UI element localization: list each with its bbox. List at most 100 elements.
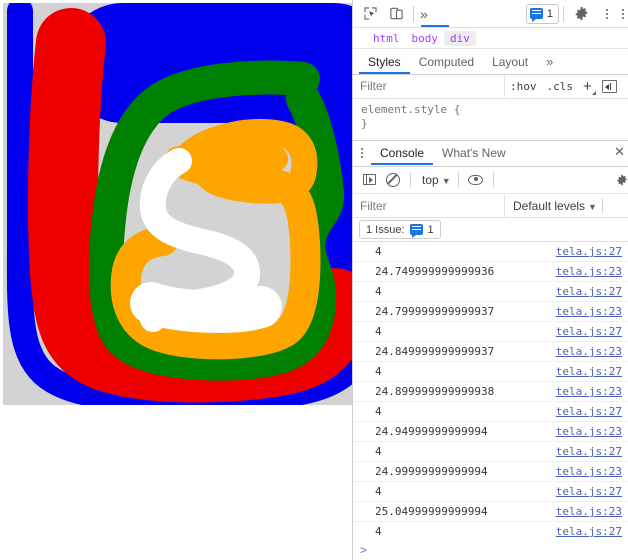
console-log-value: 24.849999999999937 [375, 345, 495, 359]
tab-styles[interactable]: Styles [359, 50, 410, 74]
console-log-row: 24.849999999999937 tela.js:23 [353, 342, 628, 363]
console-log-list[interactable]: 4 tela.js:27 24.749999999999936 tela.js:23 4… [353, 242, 628, 541]
console-log-source-link[interactable]: tela.js:23 [556, 345, 622, 358]
issues-count: 1 [546, 7, 553, 20]
console-log-value: 4 [375, 245, 382, 259]
clear-console-icon[interactable] [381, 169, 405, 191]
console-issues-bar: 1 Issue: 1 [353, 218, 628, 243]
toolbar-divider [413, 5, 414, 22]
console-filter-row: Filter Default levels ▼ [353, 193, 628, 219]
console-log-row: 4 tela.js:27 [353, 522, 628, 540]
console-log-row: 4 tela.js:27 [353, 482, 628, 503]
console-log-row: 4 tela.js:27 [353, 282, 628, 303]
tab-console[interactable]: Console [371, 141, 434, 166]
kebab-menu-icon[interactable] [594, 2, 620, 26]
devtools-panel: » 1 html body div Styles Computed Layout… [352, 0, 628, 560]
drawer-kebab-menu-icon[interactable] [355, 148, 371, 159]
console-toolbar-divider [410, 172, 411, 188]
chevron-down-icon: ▼ [441, 175, 451, 186]
console-log-source-link[interactable]: tela.js:27 [556, 245, 622, 258]
message-issue-icon [529, 8, 543, 22]
console-log-source-link[interactable]: tela.js:23 [556, 505, 622, 518]
style-sidebar-toggle-icon[interactable] [601, 80, 617, 93]
console-log-row: 24.899999999999938 tela.js:23 [353, 382, 628, 403]
console-log-value: 24.749999999999936 [375, 265, 495, 279]
cls-toggle-button[interactable]: .cls [542, 80, 579, 93]
console-log-source-link[interactable]: tela.js:27 [556, 285, 622, 298]
console-log-source-link[interactable]: tela.js:27 [556, 325, 622, 338]
message-issue-icon-drawer [409, 224, 423, 239]
console-log-value: 24.94999999999994 [375, 425, 488, 439]
console-log-source-link[interactable]: tela.js:23 [556, 425, 622, 438]
console-log-row: 24.99999999999994 tela.js:23 [353, 462, 628, 483]
styles-filter-row: Filter :hov .cls + [353, 75, 628, 99]
issues-summary-text: 1 Issue: [366, 223, 405, 236]
console-log-source-link[interactable]: tela.js:27 [556, 365, 622, 378]
stroke-white-2 [130, 282, 282, 333]
console-log-row: 4 tela.js:27 [353, 362, 628, 383]
console-filter-input[interactable]: Filter [353, 194, 505, 217]
device-toolbar-icon[interactable] [383, 2, 409, 26]
execution-context-selector[interactable]: top ▼ [416, 173, 453, 187]
dom-breadcrumb: html body div [353, 28, 628, 49]
issues-counter-button[interactable]: 1 [525, 3, 559, 24]
console-log-value: 4 [375, 405, 382, 419]
console-log-value: 4 [375, 285, 382, 299]
console-log-value: 25.04999999999994 [375, 505, 488, 519]
log-levels-value: Default levels [513, 198, 586, 213]
console-log-source-link[interactable]: tela.js:23 [556, 385, 622, 398]
devtools-main-toolbar: » 1 [353, 0, 628, 27]
inspect-cursor-icon[interactable] [357, 2, 383, 26]
console-toolbar-divider-2 [457, 172, 459, 188]
hov-toggle-button[interactable]: :hov [505, 80, 542, 93]
more-panels-icon[interactable]: » [418, 6, 429, 22]
console-log-row: 4 tela.js:27 [353, 322, 628, 343]
console-toolbar: top ▼ [353, 166, 628, 194]
console-log-value: 24.899999999999938 [375, 385, 495, 399]
breadcrumb-item-html[interactable]: html [367, 31, 406, 46]
issues-summary-count: 1 [427, 223, 434, 236]
gear-icon[interactable] [568, 2, 594, 26]
breadcrumb-item-div[interactable]: div [444, 30, 476, 46]
console-log-row: 4 tela.js:27 [353, 402, 628, 423]
element-style-rule: element.style { } [353, 99, 628, 131]
app-root: » 1 html body div Styles Computed Layout… [0, 0, 628, 560]
close-icon[interactable]: ✕ [614, 145, 625, 159]
console-log-value: 4 [375, 445, 382, 459]
drawer-tabbar: Console What's New ✕ [353, 141, 628, 167]
live-expression-eye-icon[interactable] [464, 169, 488, 191]
console-settings-gear-icon[interactable] [616, 169, 628, 191]
devtools-drawer: Console What's New ✕ top ▼ Filter Defaul… [353, 140, 628, 560]
console-sidebar-toggle-icon[interactable] [357, 169, 381, 191]
element-style-selector[interactable]: element.style { [361, 103, 628, 117]
console-log-source-link[interactable]: tela.js:27 [556, 445, 622, 458]
console-log-source-link[interactable]: tela.js:27 [556, 405, 622, 418]
console-log-row: 24.94999999999994 tela.js:23 [353, 422, 628, 443]
console-prompt[interactable]: > [353, 540, 628, 560]
kebab-menu-icon-overflow[interactable] [620, 2, 626, 26]
console-log-row: 4 tela.js:27 [353, 242, 628, 263]
tab-computed[interactable]: Computed [410, 50, 483, 74]
console-log-source-link[interactable]: tela.js:23 [556, 305, 622, 318]
chevron-down-icon-levels: ▼ [588, 201, 597, 212]
tab-whats-new[interactable]: What's New [433, 141, 515, 165]
breadcrumb-item-body[interactable]: body [406, 31, 445, 46]
console-prompt-caret: > [360, 543, 368, 558]
log-levels-selector[interactable]: Default levels ▼ [505, 199, 597, 213]
tab-layout[interactable]: Layout [483, 50, 537, 74]
console-log-source-link[interactable]: tela.js:27 [556, 485, 622, 498]
console-log-value: 4 [375, 485, 382, 499]
canvas-drawing [3, 3, 352, 405]
new-style-rule-button[interactable]: + [578, 79, 596, 95]
console-log-source-link[interactable]: tela.js:23 [556, 465, 622, 478]
console-log-source-link[interactable]: tela.js:27 [556, 525, 622, 538]
console-log-value: 4 [375, 365, 382, 379]
console-log-source-link[interactable]: tela.js:23 [556, 265, 622, 278]
web-page-viewport [0, 0, 352, 560]
styles-pane-tabbar: Styles Computed Layout » [353, 49, 628, 75]
console-filter-divider [601, 198, 603, 214]
styles-filter-input[interactable]: Filter [353, 76, 505, 97]
tab-more-panes[interactable]: » [537, 50, 561, 74]
issues-summary-button[interactable]: 1 Issue: 1 [359, 220, 441, 240]
drawing-canvas[interactable] [3, 3, 352, 405]
